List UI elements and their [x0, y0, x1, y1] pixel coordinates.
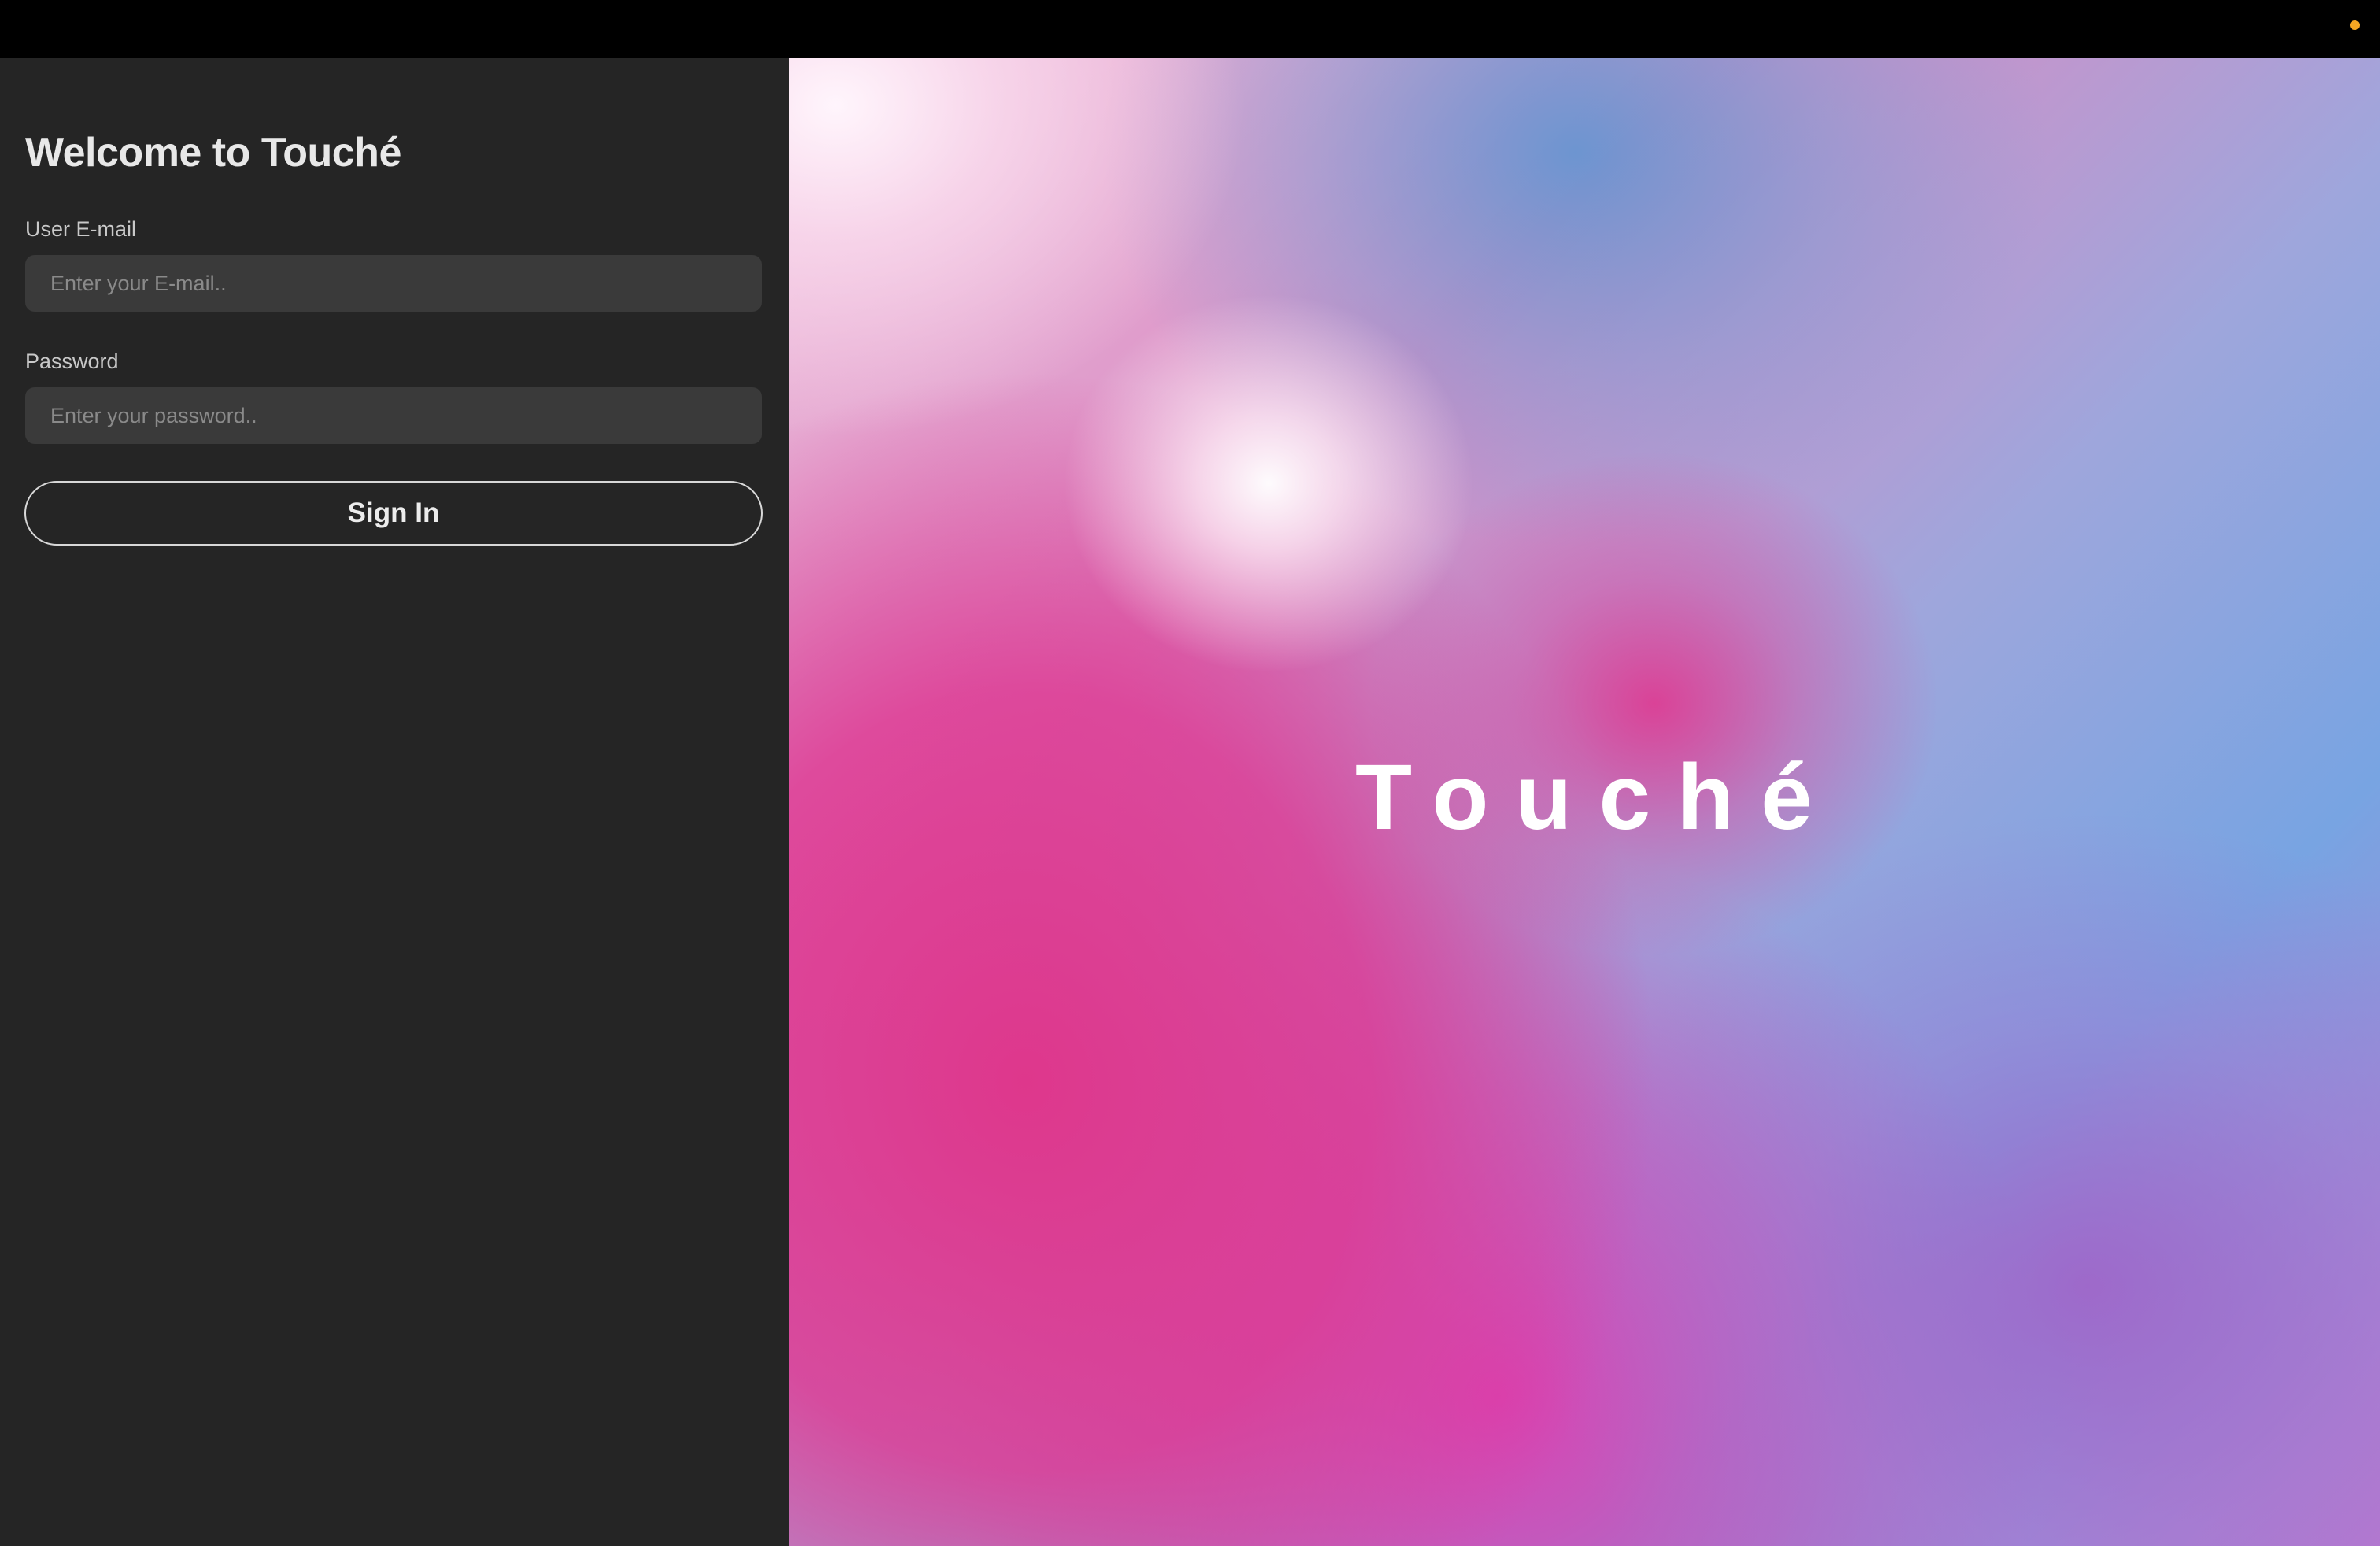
welcome-title: Welcome to Touché [25, 130, 401, 176]
password-input[interactable] [25, 387, 762, 444]
password-label: Password [25, 350, 119, 373]
email-label: User E-mail [25, 217, 137, 241]
brand-wordmark: Touché [1355, 745, 1839, 849]
login-panel: Welcome to Touché User E-mail Password S… [0, 58, 789, 1546]
email-input[interactable] [25, 255, 762, 312]
top-bar [0, 0, 2380, 58]
status-dot-icon [2350, 20, 2360, 30]
sign-in-button[interactable]: Sign In [24, 481, 763, 546]
brand-panel: Touché [789, 58, 2380, 1546]
